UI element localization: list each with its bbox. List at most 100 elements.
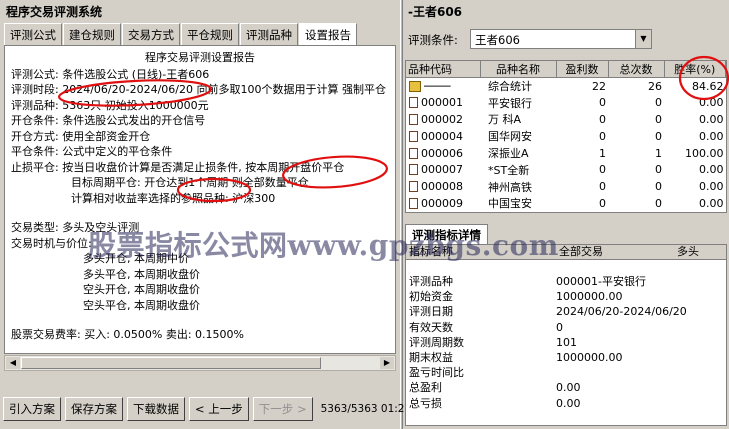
detail-metric-name: 有效天数 bbox=[409, 320, 453, 334]
stock-doc-icon bbox=[409, 130, 418, 142]
conditions-select[interactable]: 王者606 ▼ bbox=[470, 29, 652, 49]
save-plan-button[interactable]: 保存方案 bbox=[65, 397, 123, 421]
scroll-thumb[interactable] bbox=[21, 357, 321, 369]
summary-row[interactable]: ──── 综合统计 22 26 84.62 bbox=[406, 78, 726, 95]
detail-metric-value: 2024/06/20-2024/06/20 bbox=[556, 305, 687, 319]
summary-icon bbox=[409, 80, 421, 92]
row-win-rate: 0.00 bbox=[699, 180, 724, 194]
conditions-value: 王者606 bbox=[475, 33, 520, 47]
import-plan-button[interactable]: 引入方案 bbox=[3, 397, 61, 421]
row-win-rate: 0.00 bbox=[699, 196, 724, 210]
stock-doc-icon bbox=[409, 181, 418, 193]
detail-metric-value: 0.00 bbox=[556, 381, 581, 395]
chevron-down-icon[interactable]: ▼ bbox=[635, 30, 651, 48]
report-line-close-cond: 平仓条件: 公式中定义的平仓条件 bbox=[11, 145, 173, 158]
detail-metric-value bbox=[556, 365, 674, 380]
detail-metric-value: 1000000.00 bbox=[556, 350, 623, 364]
col-total[interactable]: 总次数 bbox=[608, 61, 665, 78]
row-wins: 0 bbox=[599, 96, 606, 110]
row-total: 0 bbox=[655, 180, 662, 194]
detail-tab[interactable]: 评测指标详情 bbox=[405, 224, 488, 244]
row-code: 000008 bbox=[421, 180, 463, 194]
report-line-short-open: 空头开仓, 本周期收盘价 bbox=[83, 283, 200, 296]
results-table: 品种代码 品种名称 盈利数 总次数 胜率(%) ──── 综合统计 22 26 84.6… bbox=[405, 60, 727, 213]
tab-report[interactable]: 设置报告 bbox=[299, 23, 357, 45]
report-line-target-period: 目标周期平仓: 开仓达到1个周期 则全部数量平仓 bbox=[71, 176, 309, 189]
report-line-timing: 交易时机与价位: bbox=[11, 236, 92, 250]
right-window-title: -王者606 bbox=[402, 0, 729, 20]
col-win-rate[interactable]: 胜率(%) bbox=[664, 61, 726, 78]
report-line-fees: 股票交易费率: 买入: 0.0500% 卖出: 0.1500% bbox=[11, 328, 244, 341]
row-wins: 22 bbox=[592, 79, 606, 93]
table-row[interactable]: 000006 深振业A 1 1 100.00 bbox=[406, 145, 726, 162]
conditions-label: 评测条件: bbox=[408, 33, 458, 47]
detail-row: 评测品种 000001-平安银行 bbox=[406, 274, 726, 289]
col-name[interactable]: 品种名称 bbox=[480, 61, 557, 78]
report-h-scrollbar[interactable]: ◀ ▶ bbox=[4, 355, 396, 371]
row-code: 000007 bbox=[421, 163, 463, 177]
row-total: 0 bbox=[655, 129, 662, 143]
scroll-right-icon[interactable]: ▶ bbox=[380, 357, 394, 369]
row-win-rate: 84.62 bbox=[692, 79, 724, 93]
row-name: 万 科A bbox=[488, 113, 522, 127]
scroll-left-icon[interactable]: ◀ bbox=[6, 357, 20, 369]
report-line-long-close: 多头平仓, 本周期收盘价 bbox=[83, 267, 200, 281]
row-wins: 0 bbox=[599, 163, 606, 177]
detail-metric-name: 总盈利 bbox=[409, 381, 442, 395]
detail-row: 总盈利 0.00 bbox=[406, 380, 726, 395]
report-line-formula: 评测公式: 条件选股公式 (日线)-王者606 bbox=[11, 67, 210, 81]
download-data-button[interactable]: 下载数据 bbox=[127, 397, 185, 421]
row-code: 000002 bbox=[421, 112, 463, 126]
left-window-title: 程序交易评测系统 bbox=[0, 0, 400, 20]
row-name: 综合统计 bbox=[488, 80, 532, 94]
report-line-trade-type: 交易类型: 多头及空头评测 bbox=[11, 221, 140, 234]
row-code: 000009 bbox=[421, 196, 463, 210]
row-name: *ST全新 bbox=[488, 163, 530, 177]
detail-metric-value: 0.00 bbox=[556, 396, 581, 410]
col-wins[interactable]: 盈利数 bbox=[556, 61, 609, 78]
tab-open-rules[interactable]: 建仓规则 bbox=[63, 23, 121, 45]
table-row[interactable]: 000004 国华网安 0 0 0.00 bbox=[406, 128, 726, 145]
row-code: ──── bbox=[424, 79, 451, 93]
detail-metric-name: 评测日期 bbox=[409, 305, 453, 319]
table-row[interactable]: 000008 神州高铁 0 0 0.00 bbox=[406, 178, 726, 195]
tab-formula[interactable]: 评测公式 bbox=[4, 23, 62, 45]
row-win-rate: 0.00 bbox=[699, 163, 724, 177]
tab-trade-mode[interactable]: 交易方式 bbox=[122, 23, 180, 45]
tab-bar: 评测公式 建仓规则 交易方式 平仓规则 评测品种 设置报告 bbox=[4, 23, 358, 45]
row-name: 神州高铁 bbox=[488, 180, 532, 194]
row-wins: 0 bbox=[599, 129, 606, 143]
detail-row: 总亏损 0.00 bbox=[406, 396, 726, 411]
report-line-instruments: 评测品种: 5363只 初始投入1000000元 bbox=[11, 98, 209, 112]
settings-report: 程序交易评测设置报告 评测公式: 条件选股公式 (日线)-王者606 评测时段:… bbox=[4, 45, 396, 354]
row-total: 0 bbox=[655, 163, 662, 177]
table-row[interactable]: 000007 *ST全新 0 0 0.00 bbox=[406, 161, 726, 178]
tab-instruments[interactable]: 评测品种 bbox=[240, 23, 298, 45]
row-code: 000001 bbox=[421, 96, 463, 110]
row-name: 深振业A bbox=[488, 147, 529, 161]
stock-doc-icon bbox=[409, 197, 418, 209]
stock-doc-icon bbox=[409, 97, 418, 109]
row-total: 0 bbox=[655, 112, 662, 126]
row-name: 平安银行 bbox=[488, 96, 532, 110]
col-code[interactable]: 品种代码 bbox=[406, 61, 481, 78]
detail-metric-name: 总亏损 bbox=[409, 396, 442, 410]
table-row[interactable]: 000009 中国宝安 0 0 0.00 bbox=[406, 195, 726, 212]
row-win-rate: 0.00 bbox=[699, 129, 724, 143]
prev-step-button[interactable]: < 上一步 bbox=[189, 397, 249, 421]
row-wins: 0 bbox=[599, 180, 606, 194]
detail-metric-value: 000001-平安银行 bbox=[556, 275, 646, 288]
detail-panel: 指标名称 全部交易 多头 评测品种 000001-平安银行 初始资金 1000000.… bbox=[405, 244, 727, 426]
bottom-toolbar: 引入方案 保存方案 下载数据 < 上一步 下一步 > 5363/5363 01:… bbox=[3, 396, 411, 422]
table-row[interactable]: 000002 万 科A 0 0 0.00 bbox=[406, 111, 726, 128]
tab-close-rules[interactable]: 平仓规则 bbox=[181, 23, 239, 45]
row-wins: 0 bbox=[599, 112, 606, 126]
report-line-period: 评测时段: 2024/06/20-2024/06/20 向前多取100个数据用于… bbox=[11, 83, 386, 96]
detail-row: 评测周期数 101 bbox=[406, 335, 726, 350]
row-code: 000006 bbox=[421, 146, 463, 160]
detail-metric-value: 101 bbox=[556, 335, 577, 349]
next-step-button[interactable]: 下一步 > bbox=[252, 397, 313, 421]
table-row[interactable]: 000001 平安银行 0 0 0.00 bbox=[406, 94, 726, 111]
window-splitter[interactable] bbox=[400, 0, 403, 429]
report-line-benchmark: 计算相对收益率选择的参照品种: 沪深300 bbox=[71, 191, 276, 205]
